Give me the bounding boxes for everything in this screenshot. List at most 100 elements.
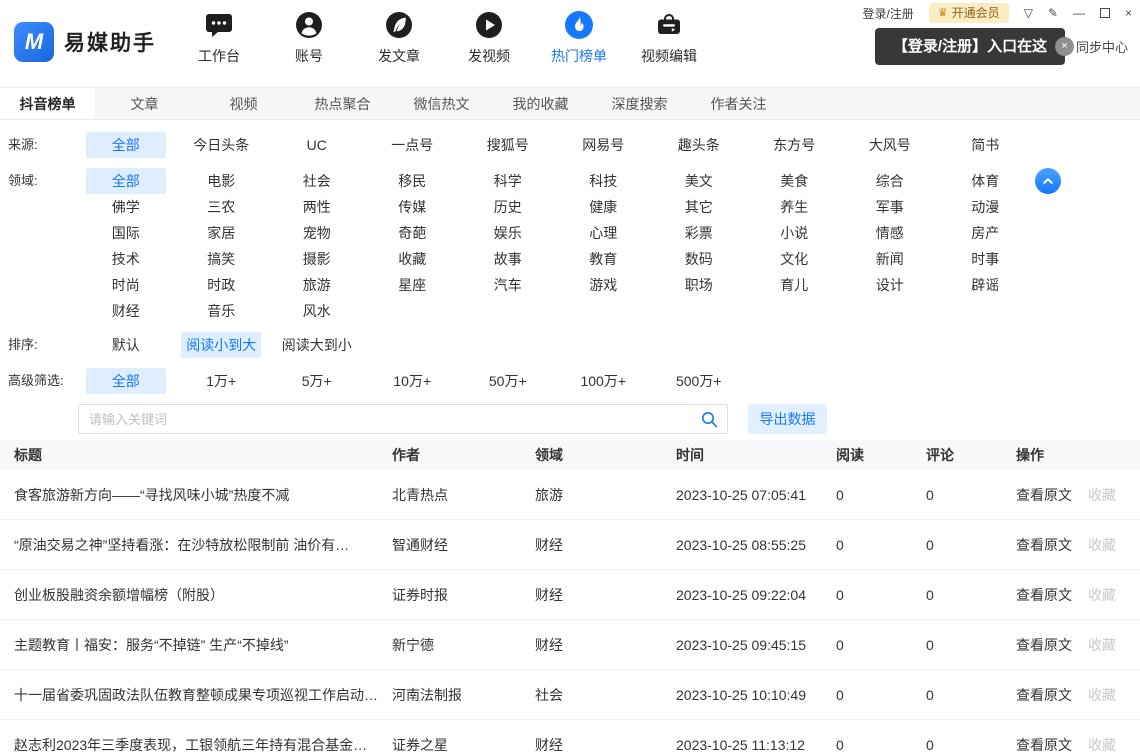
tab-hot-aggregate[interactable]: 热点聚合 [293,88,392,119]
filter-option[interactable]: 科技 [563,168,643,194]
nav-item-publish-article[interactable]: 发文章 [354,0,444,66]
maximize-icon[interactable] [1099,8,1110,18]
login-register-link[interactable]: 登录/注册 [862,5,913,22]
tooltip-close-icon[interactable]: × [1055,37,1074,56]
filter-option[interactable]: 50万+ [468,368,548,394]
filter-option[interactable]: 旅游 [277,272,357,298]
filter-option[interactable]: 阅读大到小 [277,332,357,358]
cell-title[interactable]: “原油交易之神”坚持看涨：在沙特放松限制前 油价有… [0,535,392,555]
favorite-link[interactable]: 收藏 [1088,635,1116,655]
filter-option[interactable]: 职场 [659,272,739,298]
tab-deep-search[interactable]: 深度搜索 [590,88,689,119]
view-original-link[interactable]: 查看原文 [1016,485,1072,505]
filter-option[interactable]: 时尚 [86,272,166,298]
filter-option[interactable]: 1万+ [181,368,261,394]
filter-option[interactable]: 全部 [85,368,166,394]
filter-option[interactable]: 10万+ [372,368,452,394]
filter-option[interactable]: 健康 [563,194,643,220]
filter-option[interactable]: 佛学 [86,194,166,220]
cell-title[interactable]: 创业板股融资余额增幅榜（附股） [0,585,392,605]
filter-option[interactable]: 动漫 [945,194,1025,220]
keyword-input[interactable] [78,404,728,434]
tab-video[interactable]: 视频 [194,88,293,119]
filter-option[interactable]: 今日头条 [181,132,261,158]
filter-option[interactable]: 财经 [86,298,166,324]
filter-option[interactable]: 情感 [850,220,930,246]
filter-option[interactable]: 国际 [86,220,166,246]
theme-icon[interactable]: ▽ [1024,6,1033,20]
filter-option[interactable]: 科学 [468,168,548,194]
filter-option[interactable]: 星座 [372,272,452,298]
nav-item-publish-video[interactable]: 发视频 [444,0,534,66]
feedback-icon[interactable]: ✎ [1048,6,1058,20]
filter-option[interactable]: 彩票 [659,220,739,246]
filter-option[interactable]: 心理 [563,220,643,246]
tab-article[interactable]: 文章 [95,88,194,119]
filter-option[interactable]: 历史 [468,194,548,220]
filter-option[interactable]: 5万+ [277,368,357,394]
filter-option[interactable]: UC [277,132,357,158]
filter-option[interactable]: 全部 [85,132,166,158]
filter-option[interactable]: 东方号 [754,132,834,158]
filter-option[interactable]: 大风号 [850,132,930,158]
filter-option[interactable]: 阅读小到大 [181,332,262,358]
filter-option[interactable]: 房产 [945,220,1025,246]
filter-option[interactable]: 时事 [945,246,1025,272]
filter-option[interactable]: 全部 [85,168,166,194]
filter-option[interactable]: 500万+ [659,368,739,394]
filter-option[interactable]: 一点号 [372,132,452,158]
filter-option[interactable]: 设计 [850,272,930,298]
filter-option[interactable]: 摄影 [277,246,357,272]
tab-wechat-hot[interactable]: 微信热文 [392,88,491,119]
favorite-link[interactable]: 收藏 [1088,535,1116,555]
filter-option[interactable]: 故事 [468,246,548,272]
filter-option[interactable]: 音乐 [181,298,261,324]
filter-option[interactable]: 宠物 [277,220,357,246]
vip-button[interactable]: ♛ 开通会员 [928,3,1009,23]
filter-option[interactable]: 其它 [659,194,739,220]
tab-author-follow[interactable]: 作者关注 [689,88,788,119]
tab-my-favorites[interactable]: 我的收藏 [491,88,590,119]
cell-title[interactable]: 食客旅游新方向——“寻找风味小城”热度不减 [0,485,392,505]
filter-option[interactable]: 电影 [181,168,261,194]
filter-option[interactable]: 娱乐 [468,220,548,246]
tab-douyin-ranking[interactable]: 抖音榜单 [0,88,95,119]
favorite-link[interactable]: 收藏 [1088,735,1116,752]
filter-option[interactable]: 游戏 [563,272,643,298]
view-original-link[interactable]: 查看原文 [1016,685,1072,705]
filter-option[interactable]: 体育 [945,168,1025,194]
filter-option[interactable]: 养生 [754,194,834,220]
nav-item-workbench[interactable]: 工作台 [174,0,264,66]
filter-option[interactable]: 美文 [659,168,739,194]
favorite-link[interactable]: 收藏 [1088,485,1116,505]
view-original-link[interactable]: 查看原文 [1016,535,1072,555]
filter-option[interactable]: 综合 [850,168,930,194]
favorite-link[interactable]: 收藏 [1088,585,1116,605]
filter-option[interactable]: 收藏 [372,246,452,272]
filter-option[interactable]: 移民 [372,168,452,194]
filter-option[interactable]: 教育 [563,246,643,272]
filter-option[interactable]: 风水 [277,298,357,324]
filter-option[interactable]: 趣头条 [659,132,739,158]
filter-option[interactable]: 时政 [181,272,261,298]
view-original-link[interactable]: 查看原文 [1016,735,1072,752]
close-icon[interactable]: × [1125,6,1132,20]
filter-option[interactable]: 美食 [754,168,834,194]
nav-item-video-edit[interactable]: 视频编辑 [624,0,714,66]
filter-option[interactable]: 辟谣 [945,272,1025,298]
favorite-link[interactable]: 收藏 [1088,685,1116,705]
filter-option[interactable]: 网易号 [563,132,643,158]
filter-option[interactable]: 简书 [945,132,1025,158]
filter-option[interactable]: 育儿 [754,272,834,298]
filter-option[interactable]: 两性 [277,194,357,220]
filter-option[interactable]: 搜狐号 [468,132,548,158]
filter-option[interactable]: 默认 [86,332,166,358]
nav-item-account[interactable]: 账号 [264,0,354,66]
cell-title[interactable]: 赵志利2023年三季度表现，工银领航三年持有混合基金… [0,735,392,752]
filter-option[interactable]: 技术 [86,246,166,272]
search-icon[interactable] [701,411,718,428]
filter-option[interactable]: 100万+ [563,368,643,394]
filter-option[interactable]: 数码 [659,246,739,272]
minimize-icon[interactable]: — [1073,6,1085,20]
view-original-link[interactable]: 查看原文 [1016,585,1072,605]
